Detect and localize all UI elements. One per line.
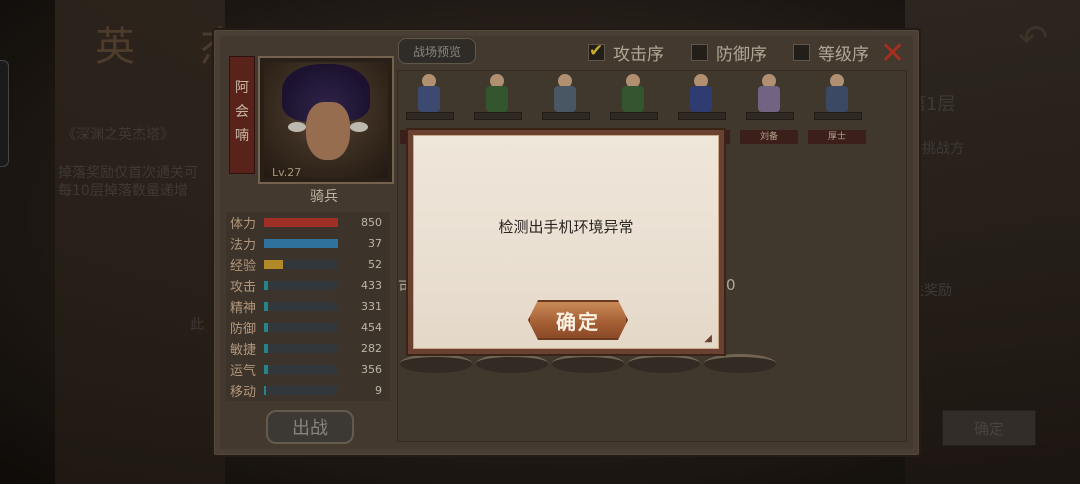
alert-message: 检测出手机环境异常 [498,218,634,236]
ok-button[interactable]: 确定 [528,300,628,340]
alert-dialog: 检测出手机环境异常 确定 ◢ [406,128,726,356]
corner-ornament-icon: ◢ [704,333,712,344]
alert-dialog-body: 检测出手机环境异常 确定 ◢ [413,135,719,349]
